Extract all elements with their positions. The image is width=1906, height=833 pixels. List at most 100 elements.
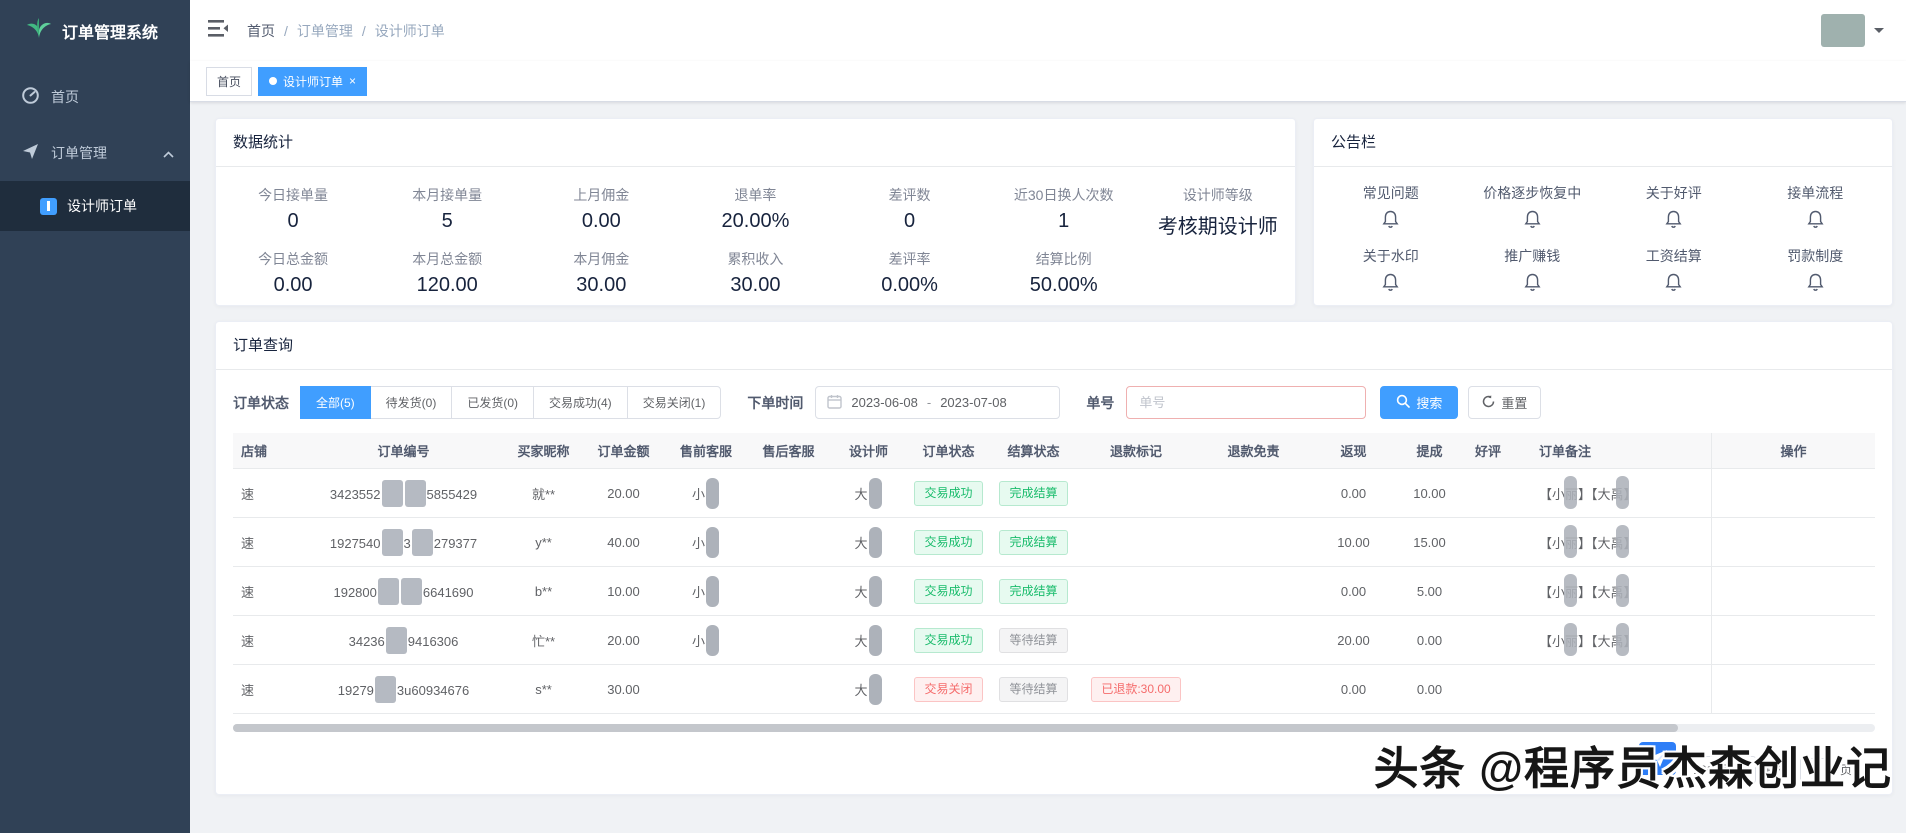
settle-status-tag: 完成结算 (999, 578, 1068, 604)
cell-amount: 10.00 (607, 583, 640, 599)
table-row: 速 1927540 3 279377 y** 40.00 小 大 交易成功 完成结算 (233, 518, 1875, 567)
cell-buyer: b** (534, 583, 553, 599)
tab-label: 设计师订单 (283, 74, 344, 89)
col-status: 订单状态 (922, 444, 975, 459)
announcement-label: 关于水印 (1362, 248, 1419, 264)
status-filter-button[interactable]: 待发货(0) (369, 386, 453, 419)
stat-label: 累积收入 (727, 251, 784, 267)
sidebar-item-label: 首页 (51, 89, 79, 105)
stat-value: 30.00 (730, 274, 781, 296)
close-icon[interactable]: × (349, 74, 356, 88)
col-presale: 售前客服 (679, 444, 732, 459)
announcement-item[interactable]: 推广赚钱 (1462, 246, 1604, 297)
cell-cashback: 0.00 (1340, 485, 1367, 501)
cell-amount: 20.00 (607, 632, 640, 648)
cell-designer: 大 (831, 526, 906, 558)
status-filter-button[interactable]: 全部(5) (300, 386, 371, 419)
reset-button[interactable]: 重置 (1468, 386, 1542, 419)
order-no-input[interactable] (1126, 386, 1367, 419)
cell-remark: 【小丽】【大禹】 (1539, 622, 1637, 656)
sidebar-item-order-management[interactable]: 订单管理 (0, 125, 190, 181)
stat-value: 0 (287, 210, 299, 232)
stat-label: 差评率 (888, 251, 931, 267)
cell-shop: 速 (241, 682, 255, 698)
table-footer: 共5条 10条/页 前往 页 头条 @程序员杰森创业记 (216, 732, 1892, 794)
stat-label: 近30日换人次数 (1013, 187, 1114, 203)
announcement-item[interactable]: 工资结算 (1603, 246, 1745, 297)
stat-item: 设计师等级 考核期设计师 (1141, 177, 1295, 239)
calendar-icon (827, 394, 843, 412)
hamburger-icon[interactable] (208, 19, 229, 42)
sidebar: 订单管理系统 首页 订单管理 设计师订单 (0, 0, 190, 833)
stat-label: 今日总金额 (258, 251, 329, 267)
status-filter-button[interactable]: 交易关闭(1) (626, 386, 722, 419)
stat-item: 差评数 0 (833, 177, 987, 239)
cell-presale: 小 (666, 526, 746, 558)
leaf-logo-icon (26, 16, 52, 45)
stat-item: 近30日换人次数 1 (987, 177, 1141, 239)
stat-label: 差评数 (888, 187, 931, 203)
announcement-label: 接单流程 (1787, 185, 1844, 201)
cell-designer: 大 (831, 673, 906, 705)
bell-icon (1807, 273, 1824, 296)
sidebar-item-home[interactable]: 首页 (0, 69, 190, 125)
cell-remark: 【小丽】【大禹】 (1539, 573, 1637, 607)
stat-item: 本月总金额 120.00 (370, 241, 524, 297)
stat-label: 本月总金额 (412, 251, 483, 267)
announcement-card: 公告栏 常见问题 价格逐步恢复中 关于好评 接单流程 关于水印 推广赚钱 工资结… (1313, 118, 1893, 306)
order-status-tag: 交易成功 (914, 480, 983, 506)
col-aftersale: 售后客服 (762, 444, 815, 459)
settle-status-tag: 等待结算 (999, 676, 1068, 702)
announcement-label: 价格逐步恢复中 (1483, 185, 1582, 201)
cell-shop: 速 (241, 633, 255, 649)
bell-icon (1524, 273, 1541, 296)
settle-status-tag: 等待结算 (999, 627, 1068, 653)
settle-status-tag: 完成结算 (999, 529, 1068, 555)
horizontal-scrollbar-thumb[interactable] (233, 724, 1678, 732)
cell-commission: 15.00 (1413, 534, 1446, 550)
cell-shop: 速 (241, 535, 255, 551)
stat-label: 本月佣金 (573, 251, 630, 267)
status-filter-button[interactable]: 已发货(0) (451, 386, 535, 419)
breadcrumb-separator: / (284, 22, 288, 39)
breadcrumb-home[interactable]: 首页 (247, 21, 275, 41)
order-query-card: 订单查询 订单状态 全部(5) 待发货(0) 已发货(0) 交易成功(4) 交易… (215, 321, 1893, 795)
col-actions: 操作 (1711, 433, 1875, 468)
cell-order-no: 19279 3u60934676 (301, 675, 506, 703)
breadcrumb-current: 设计师订单 (374, 22, 445, 39)
user-menu[interactable] (1821, 14, 1884, 47)
col-shop: 店铺 (241, 444, 268, 459)
search-button[interactable]: 搜索 (1380, 386, 1459, 419)
stat-value: 0.00 (581, 210, 621, 232)
announcement-label: 关于好评 (1645, 185, 1702, 201)
announcement-item[interactable]: 价格逐步恢复中 (1462, 183, 1604, 234)
send-icon (22, 143, 39, 163)
bell-icon (1665, 273, 1682, 296)
announcement-item[interactable]: 接单流程 (1745, 183, 1887, 234)
table-row: 速 1928006641690 b** 10.00 小 大 交易成功 完成结算 (233, 567, 1875, 616)
tab-label: 首页 (217, 74, 242, 89)
announcement-item[interactable]: 罚款制度 (1745, 246, 1887, 297)
tab-designer-orders[interactable]: 设计师订单 × (258, 66, 368, 96)
sidebar-item-designer-orders[interactable]: 设计师订单 (0, 181, 190, 231)
stat-item: 上月佣金 0.00 (524, 177, 678, 239)
date-end: 2023-07-08 (940, 395, 1007, 410)
announcement-grid: 常见问题 价格逐步恢复中 关于好评 接单流程 关于水印 推广赚钱 工资结算 罚款… (1314, 167, 1892, 301)
date-range-picker[interactable]: 2023-06-08 - 2023-07-08 (815, 386, 1061, 419)
stat-value: 1 (1058, 210, 1070, 232)
announcement-item[interactable]: 关于好评 (1603, 183, 1745, 234)
announcement-item[interactable]: 常见问题 (1320, 183, 1462, 234)
order-status-tag: 交易关闭 (914, 676, 983, 702)
sidebar-item-label: 订单管理 (51, 145, 107, 161)
stat-value: 5 (441, 210, 453, 232)
table-row: 速 19279 3u60934676 s** 30.00 大 交易关闭 等待结算 … (233, 665, 1875, 714)
stat-value: 120.00 (416, 274, 478, 296)
stat-label: 设计师等级 (1182, 187, 1253, 203)
status-filter-button[interactable]: 交易成功(4) (533, 386, 628, 419)
announcement-item[interactable]: 关于水印 (1320, 246, 1462, 297)
stat-value: 考核期设计师 (1157, 216, 1278, 238)
bell-icon (1382, 210, 1399, 233)
tab-home[interactable]: 首页 (206, 66, 253, 96)
breadcrumb-orders[interactable]: 订单管理 (297, 21, 353, 41)
avatar (1821, 14, 1865, 47)
